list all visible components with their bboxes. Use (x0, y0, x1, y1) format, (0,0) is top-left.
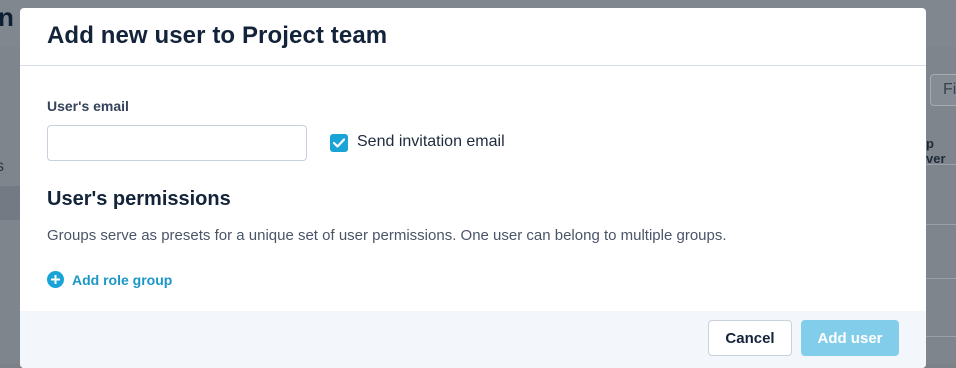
permissions-heading: User's permissions (47, 188, 231, 210)
add-user-modal: Add new user to Project team User's emai… (20, 8, 926, 368)
background-row-divider (926, 336, 956, 337)
modal-footer: Cancel Add user (20, 311, 926, 368)
background-side-mark: s (0, 158, 4, 175)
check-icon (333, 138, 345, 148)
email-label: User's email (47, 98, 129, 114)
add-role-group-button[interactable]: Add role group (47, 271, 172, 288)
background-sidebar-highlight (0, 186, 20, 220)
invitation-checkbox[interactable] (330, 134, 348, 152)
background-column-header: p ver (926, 136, 946, 166)
background-filter-label: Fi (943, 81, 956, 98)
permissions-description: Groups serve as presets for a unique set… (47, 227, 727, 244)
background-row-divider (926, 224, 956, 225)
background-filter-button: Fi (930, 74, 956, 106)
modal-header: Add new user to Project team (20, 8, 926, 66)
background-row-divider (926, 278, 956, 279)
add-role-group-label: Add role group (72, 271, 173, 288)
background-row-divider (926, 164, 956, 165)
modal-title: Add new user to Project team (47, 22, 388, 49)
cancel-button[interactable]: Cancel (708, 320, 792, 356)
background-page-title: n (0, 2, 14, 32)
invitation-checkbox-label[interactable]: Send invitation email (357, 133, 505, 151)
email-field[interactable] (47, 125, 307, 161)
add-user-button[interactable]: Add user (801, 320, 899, 356)
plus-circle-icon (47, 271, 64, 288)
